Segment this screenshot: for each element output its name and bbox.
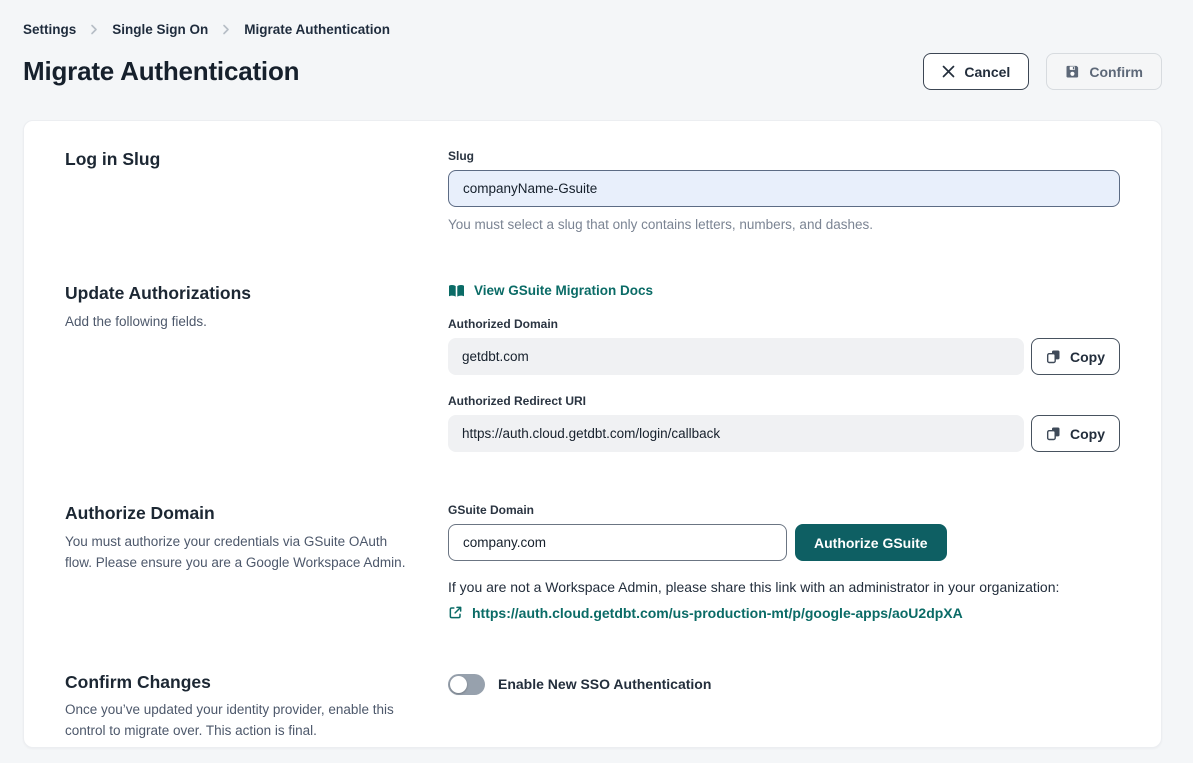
settings-card: Log in Slug Slug You must select a slug … xyxy=(23,120,1162,748)
header-actions: Cancel Confirm xyxy=(923,53,1162,90)
cancel-button[interactable]: Cancel xyxy=(923,53,1029,90)
toggle-knob xyxy=(450,676,467,693)
confirm-changes-left: Confirm Changes Once you’ve updated your… xyxy=(65,672,448,743)
breadcrumb-settings[interactable]: Settings xyxy=(23,22,76,37)
section-update-authorizations: Update Authorizations Add the following … xyxy=(65,283,1120,452)
breadcrumb-migrate-authentication: Migrate Authentication xyxy=(244,22,390,37)
login-slug-heading: Log in Slug xyxy=(65,149,448,171)
update-authorizations-description: Add the following fields. xyxy=(65,312,417,333)
copy-icon xyxy=(1046,426,1061,441)
section-authorize-domain: Authorize Domain You must authorize your… xyxy=(65,503,1120,621)
update-authorizations-left: Update Authorizations Add the following … xyxy=(65,283,448,452)
authorized-domain-value: getdbt.com xyxy=(448,338,1024,375)
redirect-uri-row: https://auth.cloud.getdbt.com/login/call… xyxy=(448,415,1120,452)
confirm-changes-heading: Confirm Changes xyxy=(65,672,448,694)
share-link-instructions: If you are not a Workspace Admin, please… xyxy=(448,578,1120,598)
external-link-icon xyxy=(448,605,463,620)
redirect-uri-label: Authorized Redirect URI xyxy=(448,394,1120,408)
chevron-right-icon xyxy=(221,24,231,35)
slug-input[interactable] xyxy=(448,170,1120,207)
breadcrumb-single-sign-on[interactable]: Single Sign On xyxy=(112,22,208,37)
confirm-changes-right: Enable New SSO Authentication xyxy=(448,672,1120,743)
login-slug-left: Log in Slug xyxy=(65,149,448,232)
save-icon xyxy=(1065,64,1080,79)
slug-help-text: You must select a slug that only contain… xyxy=(448,217,1120,232)
confirm-button[interactable]: Confirm xyxy=(1046,53,1162,90)
copy-button-label: Copy xyxy=(1070,426,1105,442)
authorize-domain-heading: Authorize Domain xyxy=(65,503,448,525)
copy-icon xyxy=(1046,349,1061,364)
authorize-domain-right: GSuite Domain Authorize GSuite If you ar… xyxy=(448,503,1120,621)
close-icon xyxy=(942,65,955,78)
section-login-slug: Log in Slug Slug You must select a slug … xyxy=(65,149,1120,232)
page-header: Migrate Authentication Cancel Confirm xyxy=(23,53,1162,90)
gsuite-migration-docs-link-label: View GSuite Migration Docs xyxy=(474,283,653,298)
book-icon xyxy=(448,284,465,298)
breadcrumb: Settings Single Sign On Migrate Authenti… xyxy=(23,22,1162,37)
authorize-domain-left: Authorize Domain You must authorize your… xyxy=(65,503,448,621)
authorized-domain-label: Authorized Domain xyxy=(448,317,1120,331)
authorize-gsuite-button[interactable]: Authorize GSuite xyxy=(795,524,947,561)
gsuite-migration-docs-link[interactable]: View GSuite Migration Docs xyxy=(448,283,653,298)
sso-toggle-row: Enable New SSO Authentication xyxy=(448,674,1120,695)
enable-new-sso-toggle[interactable] xyxy=(448,674,485,695)
gsuite-domain-input[interactable] xyxy=(448,524,787,561)
admin-share-link[interactable]: https://auth.cloud.getdbt.com/us-product… xyxy=(472,605,963,621)
section-confirm-changes: Confirm Changes Once you’ve updated your… xyxy=(65,672,1120,743)
chevron-right-icon xyxy=(89,24,99,35)
update-authorizations-right: View GSuite Migration Docs Authorized Do… xyxy=(448,283,1120,452)
copy-redirect-uri-button[interactable]: Copy xyxy=(1031,415,1120,452)
authorize-domain-description: You must authorize your credentials via … xyxy=(65,532,417,574)
share-link-row: https://auth.cloud.getdbt.com/us-product… xyxy=(448,605,1120,621)
authorize-gsuite-button-label: Authorize GSuite xyxy=(814,535,928,551)
confirm-changes-description: Once you’ve updated your identity provid… xyxy=(65,700,405,742)
enable-new-sso-toggle-label: Enable New SSO Authentication xyxy=(498,676,711,692)
gsuite-domain-label: GSuite Domain xyxy=(448,503,1120,517)
copy-button-label: Copy xyxy=(1070,349,1105,365)
migrate-authentication-page: Settings Single Sign On Migrate Authenti… xyxy=(0,0,1193,748)
gsuite-domain-row: Authorize GSuite xyxy=(448,524,1120,561)
cancel-button-label: Cancel xyxy=(964,64,1010,80)
authorized-domain-row: getdbt.com Copy xyxy=(448,338,1120,375)
copy-authorized-domain-button[interactable]: Copy xyxy=(1031,338,1120,375)
confirm-button-label: Confirm xyxy=(1089,64,1143,80)
redirect-uri-value: https://auth.cloud.getdbt.com/login/call… xyxy=(448,415,1024,452)
update-authorizations-heading: Update Authorizations xyxy=(65,283,448,305)
login-slug-right: Slug You must select a slug that only co… xyxy=(448,149,1120,232)
slug-label: Slug xyxy=(448,149,1120,163)
page-title: Migrate Authentication xyxy=(23,56,299,87)
